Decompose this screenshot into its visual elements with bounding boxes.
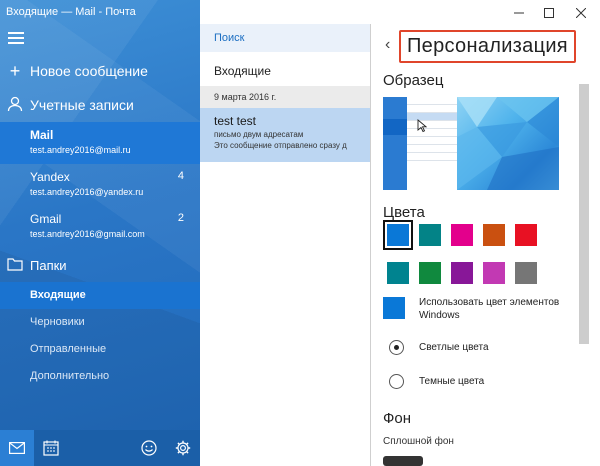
navigation-pane: + Новое сообщение Учетные записи Mail te… xyxy=(0,0,200,466)
use-windows-color-label: Использовать цвет элементов Windows xyxy=(419,297,560,321)
color-swatch[interactable] xyxy=(383,220,413,250)
dark-theme-radio[interactable] xyxy=(389,374,404,389)
plus-icon: + xyxy=(9,61,21,81)
message-list-pane: Поиск Входящие 9 марта 2016 г. test test… xyxy=(200,24,370,466)
light-theme-radio[interactable] xyxy=(389,340,404,355)
person-icon xyxy=(0,96,30,115)
color-swatch[interactable] xyxy=(419,224,441,246)
windows-accent-swatch[interactable] xyxy=(383,297,405,319)
date-group-header: 9 марта 2016 г. xyxy=(200,86,370,108)
maximize-icon[interactable] xyxy=(534,2,564,22)
folder-item-more[interactable]: Дополнительно xyxy=(0,363,200,390)
folder-item-drafts[interactable]: Черновики xyxy=(0,309,200,336)
background-option-hint[interactable] xyxy=(383,456,423,466)
folder-label: Отправленные xyxy=(30,343,107,355)
account-email: test.andrey2016@yandex.ru xyxy=(30,187,144,197)
accounts-label: Учетные записи xyxy=(30,97,134,113)
page-title: Персонализация xyxy=(399,30,576,63)
mail-icon[interactable] xyxy=(0,430,34,466)
colors-heading: Цвета xyxy=(383,204,425,221)
folder-title: Входящие xyxy=(214,64,271,78)
account-item-gmail[interactable]: Gmail test.andrey2016@gmail.com 2 xyxy=(0,212,200,252)
window-titlebar: Входящие — Mail - Почта xyxy=(0,0,600,24)
message-sender: test test xyxy=(214,114,257,128)
folder-item-inbox[interactable]: Входящие xyxy=(0,282,200,309)
settings-gear-icon[interactable] xyxy=(166,430,200,466)
hamburger-menu-icon[interactable] xyxy=(8,32,26,46)
color-swatch[interactable] xyxy=(387,262,409,284)
folder-icon xyxy=(0,256,30,274)
solid-background-label: Сплошной фон xyxy=(383,436,454,447)
message-subject: письмо двум адресатам xyxy=(214,130,304,139)
color-swatch[interactable] xyxy=(419,262,441,284)
color-swatch[interactable] xyxy=(515,224,537,246)
color-swatch[interactable] xyxy=(515,262,537,284)
scrollbar[interactable] xyxy=(579,84,589,344)
dark-theme-label: Темные цвета xyxy=(419,376,485,387)
color-swatch[interactable] xyxy=(483,262,505,284)
account-name: Yandex xyxy=(30,170,70,184)
back-arrow-icon[interactable]: ‹ xyxy=(385,36,390,54)
sample-heading: Образец xyxy=(383,72,444,89)
account-email: test.andrey2016@mail.ru xyxy=(30,145,131,155)
search-box[interactable]: Поиск xyxy=(200,24,370,52)
new-message-label: Новое сообщение xyxy=(30,63,148,79)
close-icon[interactable] xyxy=(566,2,596,22)
folders-label: Папки xyxy=(30,257,67,273)
unread-count: 4 xyxy=(177,170,184,182)
color-swatch[interactable] xyxy=(451,262,473,284)
background-heading: Фон xyxy=(383,410,412,427)
account-name: Gmail xyxy=(30,212,62,226)
folder-label: Входящие xyxy=(30,289,86,301)
account-item-mail[interactable]: Mail test.andrey2016@mail.ru xyxy=(0,122,200,164)
calendar-icon[interactable] xyxy=(34,430,68,466)
smiley-icon[interactable] xyxy=(132,430,166,466)
message-preview: Это сообщение отправлено сразу д xyxy=(214,141,347,150)
cursor-icon xyxy=(417,119,427,133)
account-item-yandex[interactable]: Yandex test.andrey2016@yandex.ru 4 xyxy=(0,170,200,210)
new-message-button[interactable]: + Новое сообщение xyxy=(0,56,200,86)
folder-item-sent[interactable]: Отправленные xyxy=(0,336,200,363)
personalization-pane: ‹ Персонализация Образец Цвета Использов… xyxy=(370,24,600,466)
light-theme-label: Светлые цвета xyxy=(419,342,489,353)
color-swatch[interactable] xyxy=(451,224,473,246)
folder-label: Дополнительно xyxy=(30,370,110,382)
bottom-app-bar xyxy=(0,430,200,466)
theme-preview xyxy=(383,97,559,190)
accounts-button[interactable]: Учетные записи xyxy=(0,90,200,120)
folders-button[interactable]: Папки xyxy=(0,250,200,280)
window-title: Входящие — Mail - Почта xyxy=(6,6,136,18)
unread-count: 2 xyxy=(177,212,184,224)
message-item[interactable]: test test письмо двум адресатам Это сооб… xyxy=(200,108,370,162)
folder-label: Черновики xyxy=(30,316,85,328)
color-swatch[interactable] xyxy=(483,224,505,246)
account-email: test.andrey2016@gmail.com xyxy=(30,229,145,239)
minimize-icon[interactable] xyxy=(504,2,534,22)
account-name: Mail xyxy=(30,128,54,142)
